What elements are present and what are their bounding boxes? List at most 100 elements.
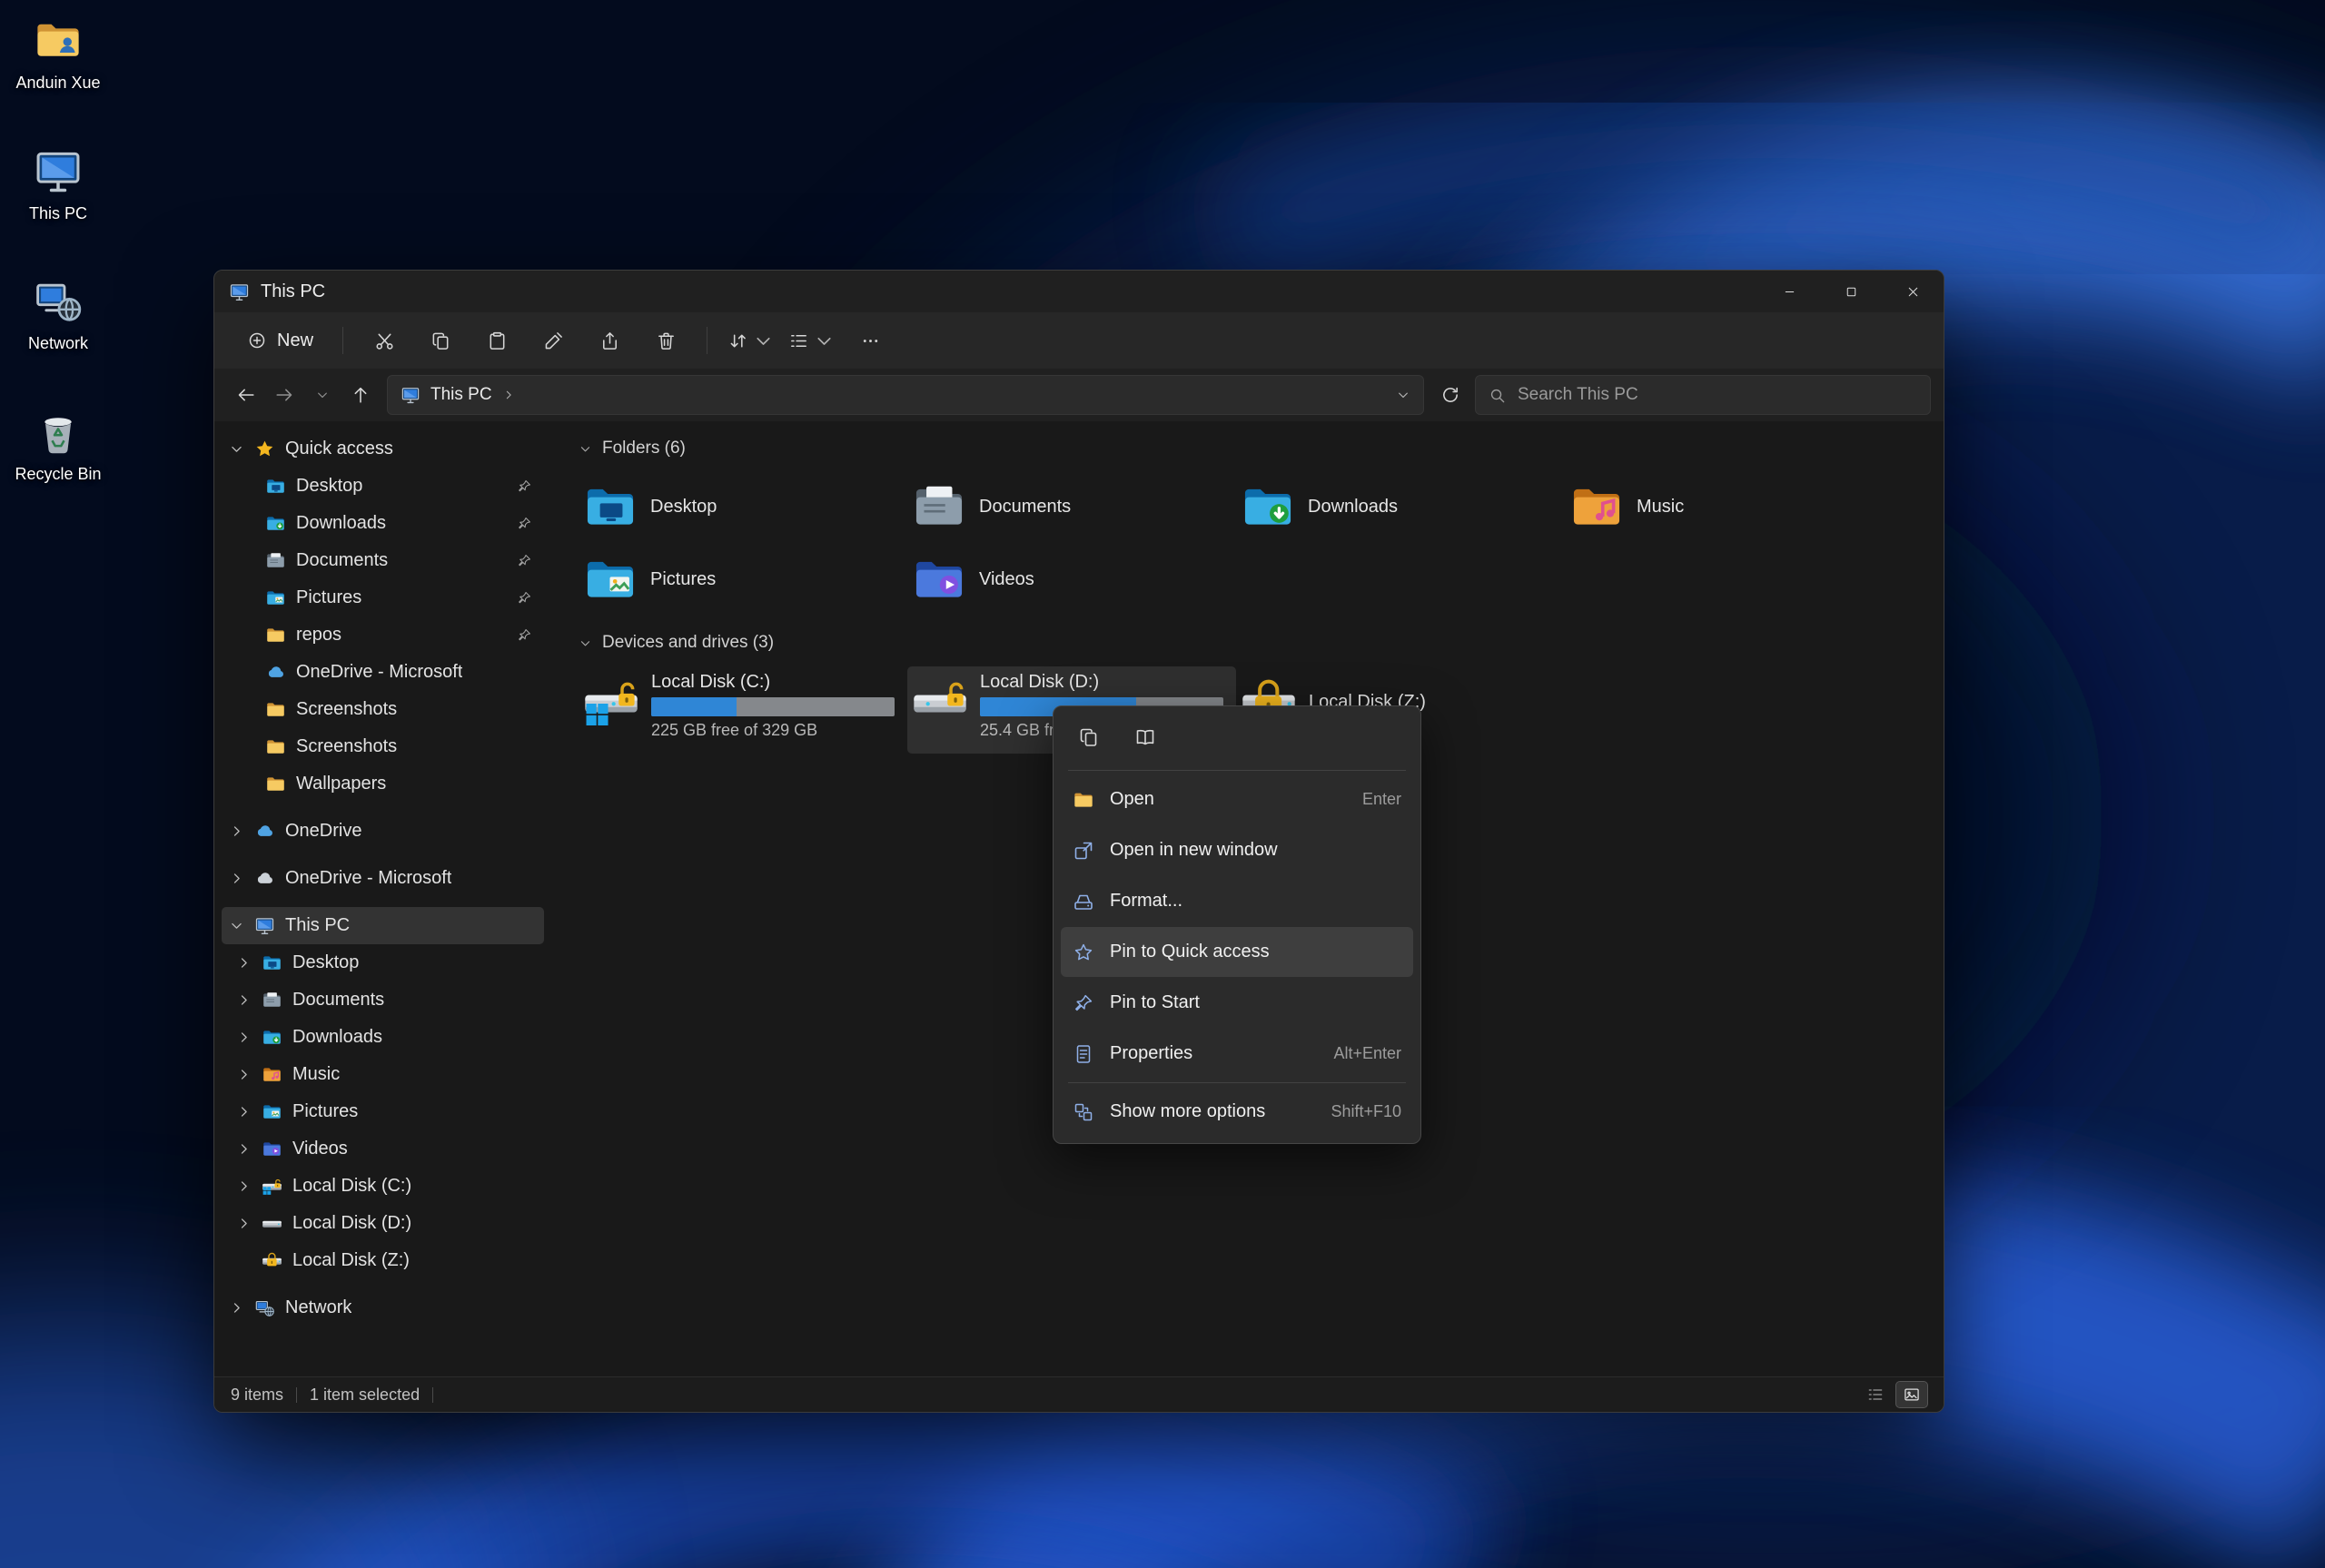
- folder-tile-documents[interactable]: Documents: [907, 470, 1236, 543]
- pin-icon: [517, 590, 532, 606]
- minimize-button[interactable]: [1758, 271, 1820, 312]
- copy-button[interactable]: [414, 321, 467, 360]
- chevron-right-icon[interactable]: [236, 1030, 252, 1045]
- sidebar-item-label: Desktop: [292, 952, 360, 972]
- context-quick-rename-book-icon[interactable]: [1121, 715, 1170, 759]
- folder-tile-downloads[interactable]: Downloads: [1236, 470, 1565, 543]
- details-view-button[interactable]: [1860, 1382, 1891, 1407]
- drive-tile-local-disk-c[interactable]: Local Disk (C:) 225 GB free of 329 GB: [579, 666, 907, 754]
- sidebar-item-local-disk-z[interactable]: Local Disk (Z:): [222, 1242, 544, 1279]
- delete-button[interactable]: [639, 321, 692, 360]
- sidebar-item-documents[interactable]: Documents: [222, 981, 544, 1019]
- chevron-right-icon[interactable]: [229, 1300, 244, 1316]
- chevron-right-icon[interactable]: [236, 1067, 252, 1082]
- titlebar[interactable]: This PC: [214, 271, 1944, 312]
- context-menu-item-pin-to-quick-access[interactable]: Pin to Quick access: [1061, 927, 1413, 977]
- sidebar-item-pictures[interactable]: Pictures: [222, 1093, 544, 1130]
- sort-button[interactable]: [722, 321, 779, 360]
- sidebar-item-onedrive[interactable]: OneDrive: [222, 813, 544, 850]
- sidebar-item-downloads[interactable]: Downloads: [222, 1019, 544, 1056]
- search-input[interactable]: [1516, 384, 1917, 406]
- sidebar-item-videos[interactable]: Videos: [222, 1130, 544, 1168]
- sidebar-item-onedrive-microsoft[interactable]: OneDrive - Microsoft: [222, 654, 544, 691]
- chevron-right-icon[interactable]: [236, 992, 252, 1008]
- chevron-right-icon[interactable]: [236, 1104, 252, 1119]
- maximize-button[interactable]: [1820, 271, 1882, 312]
- new-button[interactable]: New: [232, 322, 328, 360]
- folder-tile-label: Videos: [979, 568, 1034, 589]
- sidebar-item-screenshots[interactable]: Screenshots: [222, 691, 544, 728]
- context-menu-item-label: Show more options: [1110, 1101, 1266, 1121]
- sidebar-item-local-disk-c[interactable]: Local Disk (C:): [222, 1168, 544, 1205]
- context-menu-item-properties[interactable]: Properties Alt+Enter: [1061, 1029, 1413, 1079]
- view-button[interactable]: [783, 321, 840, 360]
- chevron-right-icon[interactable]: [236, 955, 252, 971]
- up-button[interactable]: [341, 376, 380, 414]
- chevron-down-icon[interactable]: [229, 918, 244, 933]
- folders-section-header[interactable]: Folders (6): [579, 430, 1944, 467]
- paste-button[interactable]: [470, 321, 523, 360]
- refresh-button[interactable]: [1431, 376, 1469, 414]
- sidebar-item-music[interactable]: Music: [222, 1056, 544, 1093]
- sidebar-item-desktop[interactable]: Desktop: [222, 468, 544, 505]
- folder-tile-pictures[interactable]: Pictures: [579, 543, 907, 616]
- disk-usage-fill: [651, 697, 737, 716]
- sidebar-item-network[interactable]: Network: [222, 1289, 544, 1326]
- chevron-right-icon[interactable]: [236, 1178, 252, 1194]
- context-menu-item-label: Pin to Quick access: [1110, 942, 1270, 962]
- sidebar-item-this-pc[interactable]: This PC: [222, 907, 544, 944]
- context-menu-item-format[interactable]: Format...: [1061, 876, 1413, 926]
- sidebar-item-wallpapers[interactable]: Wallpapers: [222, 765, 544, 803]
- folder-pictures-icon: [262, 1101, 282, 1122]
- rename-button[interactable]: [527, 321, 579, 360]
- folder-videos-icon: [911, 551, 967, 607]
- chevron-right-icon[interactable]: [229, 871, 244, 886]
- sidebar-item-pictures[interactable]: Pictures: [222, 579, 544, 616]
- see-more-button[interactable]: [844, 321, 896, 360]
- folder-tile-videos[interactable]: Videos: [907, 543, 1236, 616]
- folder-icon: [265, 736, 286, 757]
- breadcrumb[interactable]: This PC: [430, 385, 492, 405]
- desktop-icon-recycle-bin[interactable]: Recycle Bin: [7, 406, 109, 484]
- desktop-icon-anduin-xue[interactable]: Anduin Xue: [7, 15, 109, 93]
- desktop-icon-network[interactable]: Network: [7, 275, 109, 353]
- sidebar-item-downloads[interactable]: Downloads: [222, 505, 544, 542]
- devices-section-header[interactable]: Devices and drives (3): [579, 625, 1944, 661]
- context-menu-item-open-in-new-window[interactable]: Open in new window: [1061, 825, 1413, 875]
- address-bar[interactable]: This PC: [387, 375, 1424, 415]
- address-dropdown-chevron-icon[interactable]: [1396, 388, 1410, 402]
- chevron-down-icon[interactable]: [579, 442, 592, 456]
- large-icons-view-button[interactable]: [1895, 1381, 1928, 1408]
- devices-section-title: Devices and drives (3): [602, 633, 775, 652]
- drive-info: Local Disk (C:) 225 GB free of 329 GB: [651, 672, 895, 740]
- chevron-right-icon[interactable]: [236, 1141, 252, 1157]
- sidebar-item-repos[interactable]: repos: [222, 616, 544, 654]
- close-button[interactable]: [1882, 271, 1944, 312]
- chevron-right-icon[interactable]: [236, 1216, 252, 1231]
- forward-button[interactable]: [265, 376, 303, 414]
- chevron-down-icon[interactable]: [229, 441, 244, 457]
- sidebar-item-desktop[interactable]: Desktop: [222, 944, 544, 981]
- context-quick-copy-icon[interactable]: [1064, 715, 1113, 759]
- sidebar-item-local-disk-d[interactable]: Local Disk (D:): [222, 1205, 544, 1242]
- sidebar-item-onedrive-microsoft[interactable]: OneDrive - Microsoft: [222, 860, 544, 897]
- sidebar-item-label: Pictures: [296, 587, 362, 607]
- chevron-down-icon[interactable]: [579, 636, 592, 650]
- context-menu-item-show-more-options[interactable]: Show more options Shift+F10: [1061, 1087, 1413, 1137]
- chevron-right-icon[interactable]: [229, 823, 244, 839]
- sort-icon: [727, 330, 748, 351]
- back-button[interactable]: [227, 376, 265, 414]
- context-menu-item-pin-to-start[interactable]: Pin to Start: [1061, 978, 1413, 1028]
- sidebar-item-quick-access[interactable]: Quick access: [222, 430, 544, 468]
- chevron-right-icon[interactable]: [502, 389, 515, 401]
- sidebar-item-screenshots[interactable]: Screenshots: [222, 728, 544, 765]
- sidebar-item-documents[interactable]: Documents: [222, 542, 544, 579]
- recent-locations-button[interactable]: [303, 376, 341, 414]
- search-box[interactable]: [1475, 375, 1931, 415]
- desktop-icon-this-pc[interactable]: This PC: [7, 145, 109, 223]
- context-menu-item-open[interactable]: Open Enter: [1061, 774, 1413, 824]
- folder-tile-desktop[interactable]: Desktop: [579, 470, 907, 543]
- cut-button[interactable]: [358, 321, 411, 360]
- share-button[interactable]: [583, 321, 636, 360]
- folder-tile-music[interactable]: Music: [1565, 470, 1894, 543]
